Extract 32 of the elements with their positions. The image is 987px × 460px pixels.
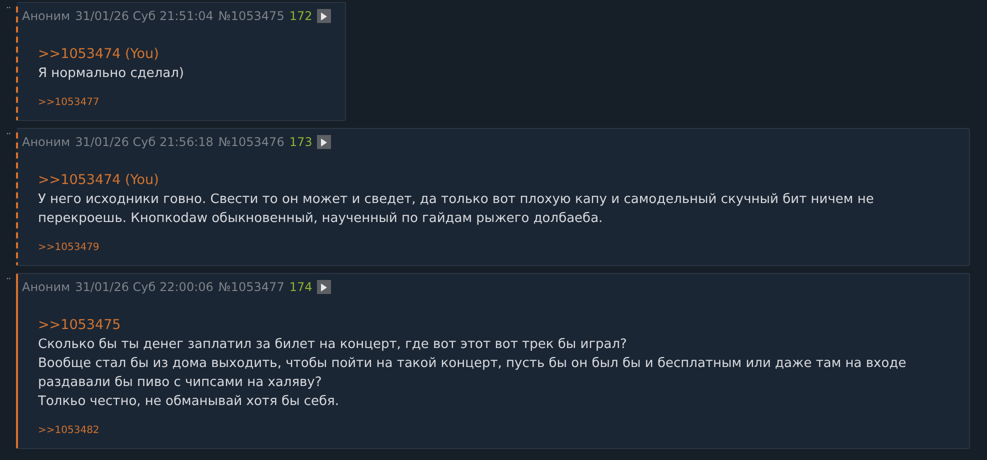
post-marker: ··: [4, 2, 12, 16]
post-text: Сколько бы ты денег заплатил за билет на концерт, где вот этот вот трек бы играл?: [38, 336, 628, 354]
post-author: Аноним: [22, 279, 70, 296]
play-icon: [320, 282, 328, 292]
post-text: Я нормально сделал): [38, 65, 185, 83]
quote-link[interactable]: >>1053474 (You): [38, 45, 332, 64]
reply-link[interactable]: >>1053477: [38, 96, 100, 110]
play-button[interactable]: [317, 280, 332, 294]
reply-link[interactable]: >>1053479: [38, 241, 100, 255]
quote-link[interactable]: >>1053474 (You): [38, 171, 955, 190]
reply-link[interactable]: >>1053482: [38, 424, 100, 438]
post-number[interactable]: №1053475: [218, 7, 284, 25]
post-index: 172: [289, 8, 312, 25]
post-index: 174: [289, 279, 312, 296]
post-marker: ··: [4, 273, 12, 287]
post-text: Вообще стал бы из дома выходить, чтобы пойти на такой концерт, пусть бы он был бы и бесплатным или даже там на входе раздавали бы пиво с чипсами на халяву?: [38, 355, 908, 392]
play-icon: [320, 12, 328, 20]
post-text: У него исходники говно. Свести то он может и сведет, да только вот плохую капу и самодельный скучный бит ничем не перекроешь. Кнопкоdaw обыкновенный, наученный по гайдам рыжего долбаеба.: [38, 191, 875, 228]
post-date: 31/01/26 Суб 21:51:04: [75, 8, 214, 25]
post-marker: ··: [4, 128, 12, 142]
play-button[interactable]: [317, 9, 332, 23]
post-date: 31/01/26 Суб 21:56:18: [75, 134, 214, 151]
post-index: 173: [289, 134, 312, 151]
post-author: Аноним: [22, 8, 70, 25]
play-icon: [320, 138, 328, 146]
post-number[interactable]: №1053477: [218, 278, 284, 296]
post-text: Толкьо честно, не обманывай хотя бы себя.: [38, 393, 340, 411]
post-number[interactable]: №1053476: [218, 133, 284, 151]
post-date: 31/01/26 Суб 22:00:06: [75, 279, 214, 296]
play-button[interactable]: [317, 135, 332, 149]
post-author: Аноним: [22, 134, 70, 151]
quote-link[interactable]: >>1053475: [38, 316, 955, 335]
